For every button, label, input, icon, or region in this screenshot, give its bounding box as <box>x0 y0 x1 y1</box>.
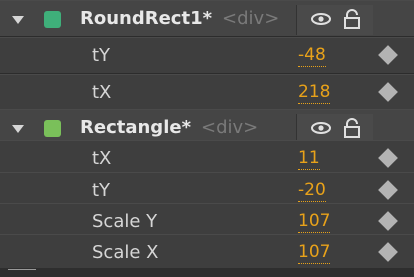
element-tag: <div> <box>200 117 259 138</box>
property-row[interactable]: Scale X 107 <box>0 234 414 271</box>
property-name: tY <box>92 180 111 201</box>
property-name: tX <box>92 148 112 169</box>
lock-icon[interactable] <box>343 9 361 29</box>
keyframe-diamond-icon[interactable] <box>378 242 398 262</box>
eye-icon[interactable] <box>311 13 331 25</box>
eye-icon[interactable] <box>311 122 331 134</box>
property-value[interactable]: 107 <box>298 242 331 264</box>
element-name: Rectangle* <div> <box>80 117 259 138</box>
keyframe-diamond-icon[interactable] <box>378 82 398 102</box>
color-swatch[interactable] <box>44 11 61 28</box>
property-name: tX <box>92 82 112 103</box>
property-name: tY <box>92 45 111 66</box>
disclosure-triangle-icon[interactable] <box>12 125 24 133</box>
panel-footer <box>0 268 414 277</box>
color-swatch[interactable] <box>44 120 61 137</box>
element-row-roundrect1[interactable]: RoundRect1* <div> <box>0 0 414 37</box>
lock-icon[interactable] <box>343 118 361 138</box>
element-tag: <div> <box>222 8 280 29</box>
visibility-lock-group <box>296 5 373 35</box>
property-value[interactable]: -48 <box>298 45 326 67</box>
property-name: Scale X <box>92 242 159 263</box>
property-value[interactable]: 11 <box>298 148 320 170</box>
property-value[interactable]: 218 <box>298 82 331 104</box>
keyframe-diamond-icon[interactable] <box>378 211 398 231</box>
property-row[interactable]: tY -48 <box>0 37 414 74</box>
element-name: RoundRect1* <div> <box>80 8 280 29</box>
resize-handle-icon[interactable] <box>8 269 36 276</box>
property-row[interactable]: tX 218 <box>0 74 414 111</box>
properties-panel: RoundRect1* <div> tY -48 tX 218 Rectangle… <box>0 0 414 277</box>
keyframe-diamond-icon[interactable] <box>378 180 398 200</box>
property-value[interactable]: -20 <box>298 180 326 202</box>
property-name: Scale Y <box>92 211 158 232</box>
keyframe-diamond-icon[interactable] <box>378 148 398 168</box>
keyframe-diamond-icon[interactable] <box>378 45 398 65</box>
property-value[interactable]: 107 <box>298 211 331 233</box>
disclosure-triangle-icon[interactable] <box>12 16 24 24</box>
